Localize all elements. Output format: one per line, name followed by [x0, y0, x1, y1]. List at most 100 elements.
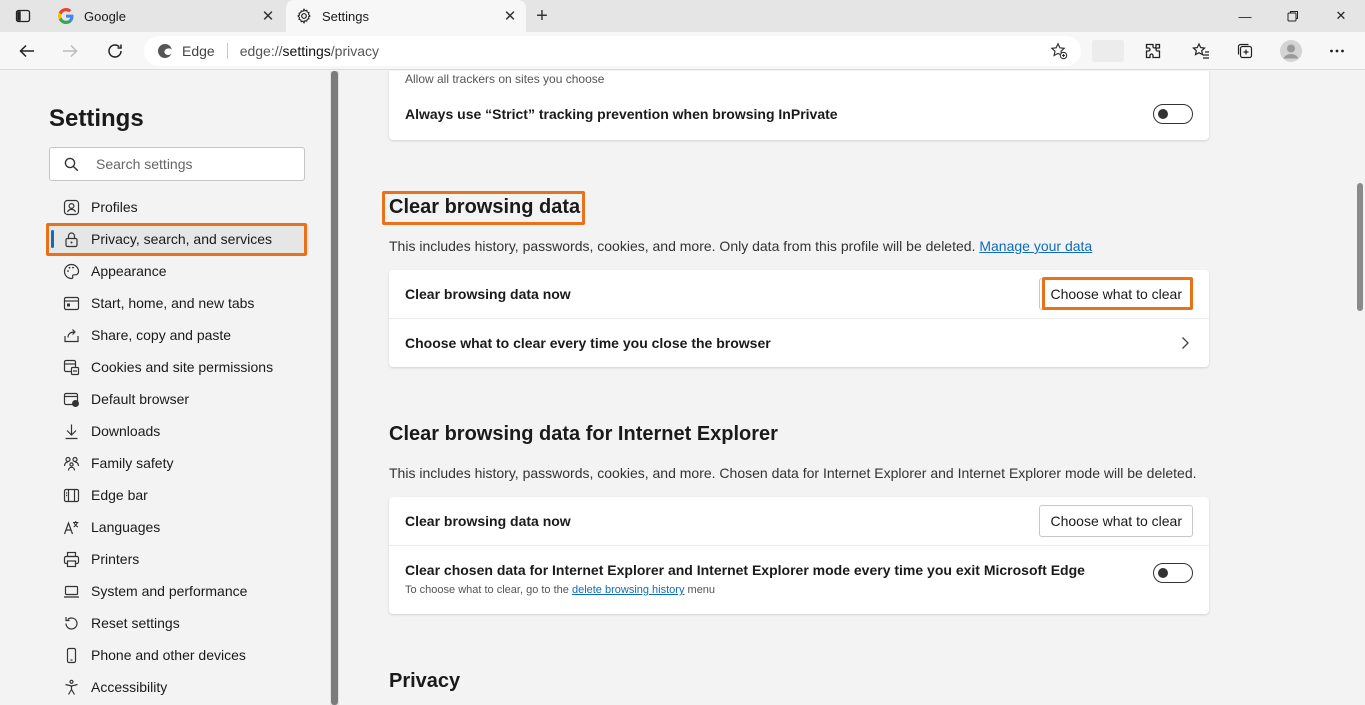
clear-ie-now-row: Clear browsing data now Choose what to c…	[389, 497, 1209, 545]
exit-sub-prefix: To choose what to clear, go to the	[405, 584, 569, 596]
tab-actions-icon[interactable]	[8, 5, 38, 27]
clear-ie-exit-toggle[interactable]	[1153, 563, 1193, 583]
sidebar-item-default-browser[interactable]: Default browser	[49, 383, 309, 415]
edge-label: Edge	[182, 43, 215, 59]
sidebar-item-label: Default browser	[91, 391, 190, 407]
main-scroll-thumb[interactable]	[1357, 183, 1363, 311]
clear-ie-now-label: Clear browsing data now	[405, 513, 571, 529]
sidebar-item-family-safety[interactable]: Family safety	[49, 447, 309, 479]
restore-icon[interactable]	[1269, 0, 1317, 32]
allow-trackers-sub: Allow all trackers on sites you choose	[405, 72, 605, 86]
tab-title: Google	[84, 8, 126, 24]
settings-sidebar: Settings Search settings Profiles Privac…	[0, 71, 330, 705]
clear-now-row: Clear browsing data now Choose what to c…	[389, 270, 1209, 318]
delete-browsing-history-link[interactable]: delete browsing history	[572, 584, 685, 596]
sidebar-item-label: Privacy, search, and services	[91, 231, 273, 247]
extension-placeholder[interactable]	[1092, 40, 1124, 62]
clear-browsing-data-heading: Clear browsing data	[389, 196, 581, 218]
address-bar[interactable]: Edge edge://settings/privacy	[144, 36, 1081, 66]
sidebar-scrollbar[interactable]	[330, 71, 339, 705]
gear-icon	[296, 8, 312, 24]
clear-on-close-row[interactable]: Choose what to clear every time you clos…	[389, 318, 1209, 367]
sidebar-item-label: Languages	[91, 519, 161, 535]
extensions-icon[interactable]	[1139, 37, 1167, 65]
sidebar-item-system[interactable]: System and performance	[49, 575, 309, 607]
cookies-icon	[61, 357, 81, 377]
sidebar-item-languages[interactable]: Languages	[49, 511, 309, 543]
sidebar-item-downloads[interactable]: Downloads	[49, 415, 309, 447]
add-favorite-icon[interactable]	[1047, 39, 1071, 63]
sidebar-item-label: Printers	[91, 551, 140, 567]
settings-title: Settings	[49, 105, 144, 132]
minimize-icon[interactable]: —	[1221, 0, 1269, 32]
close-window-icon[interactable]: ✕	[1317, 0, 1365, 32]
languages-icon	[61, 517, 81, 537]
url-host: settings	[282, 43, 331, 59]
profile-avatar[interactable]	[1277, 37, 1305, 65]
collections-icon[interactable]	[1231, 37, 1259, 65]
clear-ie-heading: Clear browsing data for Internet Explore…	[389, 423, 778, 445]
family-icon	[61, 453, 81, 473]
profile-icon	[61, 197, 81, 217]
ie-choose-what-to-clear-button[interactable]: Choose what to clear	[1039, 505, 1193, 537]
sidebar-item-label: Family safety	[91, 455, 174, 471]
sidebar-item-label: Cookies and site permissions	[91, 359, 274, 375]
sidebar-item-label: Appearance	[91, 263, 167, 279]
manage-your-data-link[interactable]: Manage your data	[979, 238, 1092, 254]
favorites-icon[interactable]	[1187, 37, 1215, 65]
share-icon	[61, 325, 81, 345]
sidebar-item-profiles[interactable]: Profiles	[49, 191, 309, 223]
search-placeholder: Search settings	[96, 156, 193, 172]
strict-inprivate-label: Always use “Strict” tracking prevention …	[405, 106, 838, 122]
clear-ie-exit-text: Clear chosen data for Internet Explorer …	[405, 562, 1153, 596]
clear-ie-exit-label: Clear chosen data for Internet Explorer …	[405, 562, 1085, 578]
url-path: /privacy	[330, 43, 380, 59]
clear-ie-description: This includes history, passwords, cookie…	[389, 465, 1197, 481]
strict-inprivate-row: Always use “Strict” tracking prevention …	[389, 89, 1209, 139]
search-icon	[64, 156, 80, 172]
sidebar-item-label: System and performance	[91, 583, 248, 599]
search-settings-input[interactable]: Search settings	[49, 147, 305, 181]
sidebar-item-reset[interactable]: Reset settings	[49, 607, 309, 639]
main-scrollbar[interactable]	[1355, 71, 1365, 705]
tab-settings[interactable]: Settings ✕	[286, 0, 526, 32]
clear-ie-exit-sub: To choose what to clear, go to the delet…	[405, 584, 1153, 596]
sidebar-scroll-thumb[interactable]	[331, 71, 338, 705]
toolbar: Edge edge://settings/privacy	[0, 32, 1365, 70]
privacy-heading: Privacy	[389, 670, 461, 692]
strict-inprivate-toggle[interactable]	[1153, 104, 1193, 124]
clear-on-close-label: Choose what to clear every time you clos…	[405, 335, 771, 351]
settings-main: Allow all trackers on sites you choose A…	[339, 71, 1355, 705]
clear-data-description: This includes history, passwords, cookie…	[389, 238, 1092, 254]
sidebar-item-start-home[interactable]: Start, home, and new tabs	[49, 287, 309, 319]
back-arrow-icon[interactable]	[13, 37, 41, 65]
sidebar-item-phone[interactable]: Phone and other devices	[49, 639, 309, 671]
sidebar-item-privacy[interactable]: Privacy, search, and services	[49, 223, 309, 255]
close-tab-icon[interactable]: ✕	[498, 4, 522, 28]
sidebar-item-appearance[interactable]: Appearance	[49, 255, 309, 287]
sidebar-item-label: Edge bar	[91, 487, 148, 503]
chevron-right-icon	[1177, 335, 1193, 351]
sidebar-item-share-copy[interactable]: Share, copy and paste	[49, 319, 309, 351]
sidebar-item-printers[interactable]: Printers	[49, 543, 309, 575]
edge-logo-icon	[156, 42, 174, 60]
sidebar-item-label: Start, home, and new tabs	[91, 295, 255, 311]
tracking-prevention-card: Allow all trackers on sites you choose A…	[389, 71, 1209, 140]
close-tab-icon[interactable]: ✕	[256, 4, 280, 28]
sidebar-item-edge-bar[interactable]: Edge bar	[49, 479, 309, 511]
clear-data-desc-text: This includes history, passwords, cookie…	[389, 238, 976, 254]
sidebar-item-label: Reset settings	[91, 615, 180, 631]
new-tab-icon[interactable]: +	[530, 4, 554, 28]
forward-arrow-icon[interactable]	[56, 37, 84, 65]
download-icon	[61, 421, 81, 441]
choose-what-to-clear-button[interactable]: Choose what to clear	[1039, 278, 1193, 310]
refresh-icon[interactable]	[101, 37, 129, 65]
more-menu-icon[interactable]	[1323, 37, 1351, 65]
phone-icon	[61, 645, 81, 665]
default-browser-icon	[61, 389, 81, 409]
tab-google[interactable]: Google ✕	[48, 0, 284, 32]
reset-icon	[61, 613, 81, 633]
edge-bar-icon	[61, 485, 81, 505]
sidebar-item-accessibility[interactable]: Accessibility	[49, 671, 309, 703]
sidebar-item-cookies[interactable]: Cookies and site permissions	[49, 351, 309, 383]
